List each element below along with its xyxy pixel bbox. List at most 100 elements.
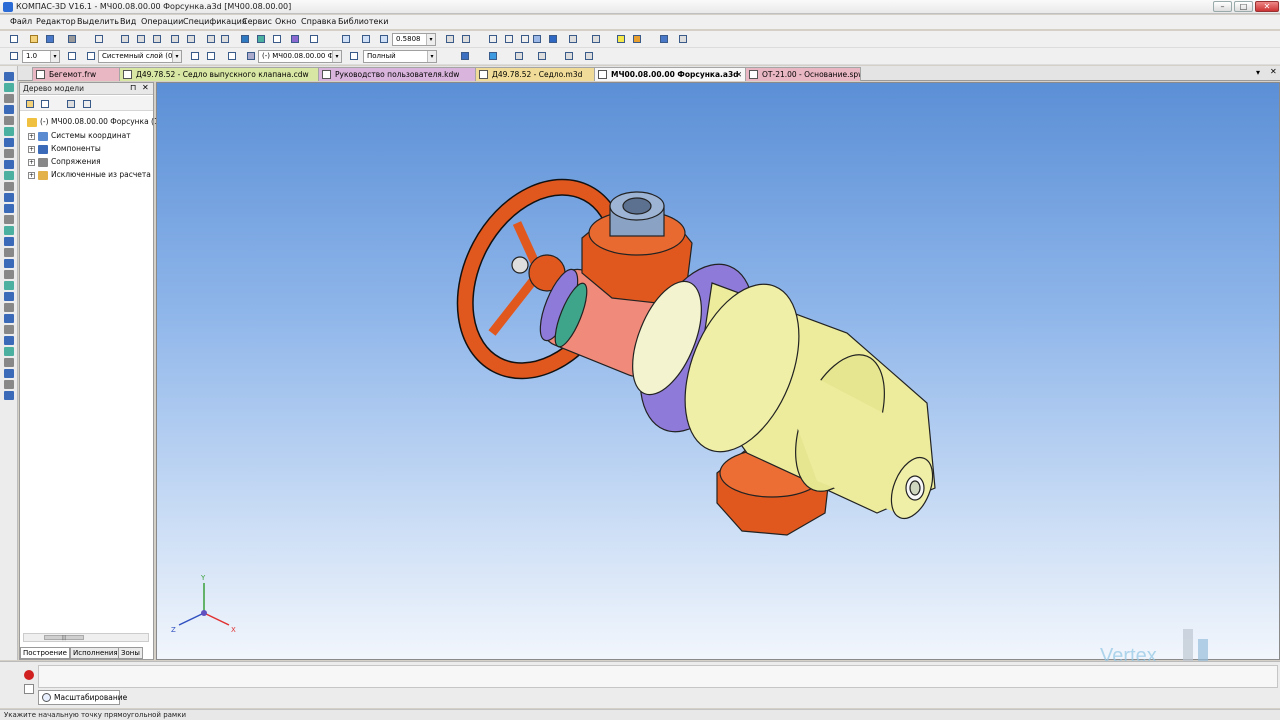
zoom-in-icon[interactable] xyxy=(377,32,391,46)
stop-icon[interactable] xyxy=(24,670,34,680)
save-icon[interactable] xyxy=(43,32,57,46)
compact-tool-icon[interactable] xyxy=(4,94,14,103)
compact-tool-icon[interactable] xyxy=(4,380,14,389)
compact-tool-icon[interactable] xyxy=(4,369,14,378)
tree-icon[interactable] xyxy=(254,32,268,46)
compact-tool-icon[interactable] xyxy=(4,105,14,114)
tab-versions[interactable]: Исполнения xyxy=(70,647,121,659)
compact-tool-icon[interactable] xyxy=(4,303,14,312)
tree-item-mates[interactable]: + Сопряжения xyxy=(28,157,101,167)
close-button[interactable]: ✕ xyxy=(1255,1,1279,12)
menu-select[interactable]: Выделить xyxy=(77,17,119,26)
pin-icon[interactable]: ⊓ xyxy=(130,83,136,92)
menu-view[interactable]: Вид xyxy=(120,17,136,26)
menu-service[interactable]: Сервис xyxy=(242,17,272,26)
settings-icon[interactable] xyxy=(676,32,690,46)
expand-icon[interactable]: + xyxy=(28,132,35,140)
compact-tool-icon[interactable] xyxy=(4,336,14,345)
print-icon[interactable] xyxy=(65,32,79,46)
tab-manual-kdw[interactable]: Руководство пользователя.kdw xyxy=(318,67,476,81)
menu-help[interactable]: Справка xyxy=(301,17,336,26)
compact-tool-icon[interactable] xyxy=(4,270,14,279)
compact-tool-icon[interactable] xyxy=(4,127,14,136)
compact-tool-icon[interactable] xyxy=(4,226,14,235)
undo-icon[interactable] xyxy=(204,32,218,46)
paste-icon[interactable] xyxy=(150,32,164,46)
compact-tool-icon[interactable] xyxy=(4,193,14,202)
layers-icon[interactable] xyxy=(512,49,526,63)
display-mode-combo[interactable]: Полный ▾ xyxy=(363,50,437,63)
orientation-icon[interactable] xyxy=(459,32,473,46)
compact-tool-icon[interactable] xyxy=(4,171,14,180)
rotate-icon[interactable] xyxy=(443,32,457,46)
view-front-icon[interactable] xyxy=(486,32,500,46)
menu-window[interactable]: Окно xyxy=(275,17,296,26)
measure-icon[interactable] xyxy=(657,32,671,46)
tab-osnovanie-spw[interactable]: ОТ-21.00 - Основание.spw xyxy=(745,67,861,81)
tabs-menu-icon[interactable]: ▾ xyxy=(1256,68,1260,77)
view-wireframe-icon[interactable] xyxy=(502,32,516,46)
table-icon[interactable] xyxy=(582,49,596,63)
compact-tool-icon[interactable] xyxy=(4,237,14,246)
color-icon[interactable] xyxy=(630,32,644,46)
list-icon[interactable] xyxy=(184,32,198,46)
preview-icon[interactable] xyxy=(92,32,106,46)
compact-tool-icon[interactable] xyxy=(4,325,14,334)
compact-tool-icon[interactable] xyxy=(4,215,14,224)
component-edit-icon[interactable] xyxy=(225,49,239,63)
mate-icon[interactable] xyxy=(486,49,500,63)
expand-icon[interactable]: + xyxy=(28,145,35,153)
assembly-icon[interactable] xyxy=(244,49,258,63)
menu-operations[interactable]: Операции xyxy=(141,17,183,26)
compact-tool-icon[interactable] xyxy=(4,259,14,268)
grid-icon[interactable] xyxy=(7,49,21,63)
compact-tool-icon[interactable] xyxy=(4,72,14,81)
help-icon[interactable] xyxy=(24,684,34,694)
orthogonal-icon[interactable] xyxy=(188,49,202,63)
tree-structure-icon[interactable] xyxy=(38,97,52,111)
compact-tool-icon[interactable] xyxy=(4,358,14,367)
compact-tool-icon[interactable] xyxy=(4,314,14,323)
new-document-icon[interactable] xyxy=(7,32,21,46)
component-icon[interactable] xyxy=(458,49,472,63)
manager-icon[interactable] xyxy=(238,32,252,46)
zoom-window-icon[interactable] xyxy=(339,32,353,46)
tab-sedlo-m3d[interactable]: Д49.78.52 - Седло.m3d xyxy=(475,67,595,81)
open-icon[interactable] xyxy=(27,32,41,46)
local-cs-icon[interactable] xyxy=(65,49,79,63)
tab-construction[interactable]: Построение xyxy=(20,647,70,659)
tree-settings-icon[interactable] xyxy=(80,97,94,111)
compact-tool-icon[interactable] xyxy=(4,182,14,191)
highlight-icon[interactable] xyxy=(614,32,628,46)
layer-combo[interactable]: Системный слой (0) ▾ xyxy=(98,50,182,63)
tab-scaling[interactable]: Масштабирование xyxy=(38,690,127,705)
expand-icon[interactable]: + xyxy=(28,158,35,166)
tree-item-coordinate-systems[interactable]: + Системы координат xyxy=(28,131,131,141)
dimension-icon[interactable] xyxy=(562,49,576,63)
menu-specification[interactable]: Спецификация xyxy=(183,17,247,26)
tree-root[interactable]: (-) МЧ00.08.00.00 Форсунка (1 xyxy=(27,117,159,127)
minimize-button[interactable]: – xyxy=(1213,1,1232,12)
filter-icon[interactable] xyxy=(589,32,603,46)
assembly-combo[interactable]: (-) МЧ00.08.00.00 Ф ▾ xyxy=(258,50,342,63)
variables-icon[interactable] xyxy=(270,32,284,46)
menu-file[interactable]: Файл xyxy=(10,17,32,26)
compact-tool-icon[interactable] xyxy=(4,149,14,158)
compact-tool-icon[interactable] xyxy=(4,138,14,147)
compact-tool-icon[interactable] xyxy=(4,347,14,356)
zoom-value-combo[interactable]: 0.5808 ▾ xyxy=(392,33,436,46)
tree-order-icon[interactable] xyxy=(23,97,37,111)
tab-zones[interactable]: Зоны xyxy=(118,647,143,659)
layer-icon[interactable] xyxy=(84,49,98,63)
snap-icon[interactable] xyxy=(204,49,218,63)
menu-libraries[interactable]: Библиотеки xyxy=(338,17,388,26)
compact-tool-icon[interactable] xyxy=(4,116,14,125)
display-mode-icon[interactable] xyxy=(347,49,361,63)
compact-tool-icon[interactable] xyxy=(4,391,14,400)
expand-icon[interactable]: + xyxy=(28,171,35,179)
cut-icon[interactable] xyxy=(118,32,132,46)
perspective-icon[interactable] xyxy=(566,32,580,46)
tab-sedlo-cdw[interactable]: Д49.78.52 - Седло выпускного клапана.cdw xyxy=(119,67,319,81)
zoom-fit-icon[interactable] xyxy=(359,32,373,46)
close-icon[interactable]: ✕ xyxy=(142,83,149,92)
